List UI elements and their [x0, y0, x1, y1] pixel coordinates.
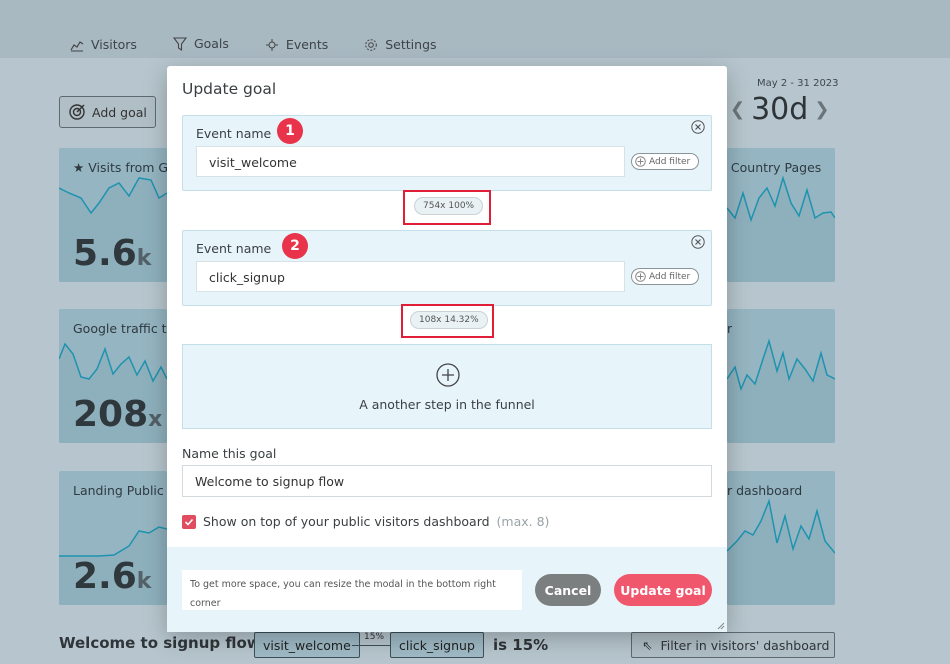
goal-card[interactable]: Google traffic t 208x [59, 309, 167, 443]
add-filter-button[interactable]: Add filter [631, 268, 699, 285]
add-filter-label: Add filter [649, 156, 691, 167]
card-label: r dashboard [727, 483, 803, 498]
gear-icon [365, 38, 378, 51]
card-value: 208x [73, 394, 162, 435]
event-name-input[interactable]: click_signup [196, 261, 625, 292]
close-icon[interactable] [691, 235, 705, 249]
resize-hint: To get more space, you can resize the mo… [182, 570, 522, 610]
plus-circle-icon [635, 156, 646, 167]
add-funnel-step-button[interactable]: A another step in the funnel [182, 344, 712, 429]
star-icon: ★ [73, 160, 85, 175]
card-value-number: 2.6 [73, 556, 137, 597]
period-selector[interactable]: ❮ 30d ❯ [730, 92, 829, 127]
resize-handle-icon[interactable] [715, 620, 725, 630]
arrow-up-left-icon: ⇖ [642, 637, 653, 653]
check-icon [184, 518, 194, 526]
funnel-step-2: Event name 2 click_signup Add filter [182, 230, 712, 306]
step-stat-pill: 108x 14.32% [410, 311, 488, 329]
event-name-label: Event name [196, 126, 272, 141]
add-step-label: A another step in the funnel [359, 397, 535, 412]
show-on-top-checkbox[interactable] [182, 514, 196, 529]
card-value: 5.6k [73, 233, 151, 274]
chevron-left-icon[interactable]: ❮ [730, 99, 745, 120]
tab-label: Settings [385, 37, 437, 52]
update-goal-modal: Update goal Event name 1 visit_welcome A… [167, 66, 727, 632]
plus-circle-icon [436, 363, 460, 387]
funnel-step-1: Event name 1 visit_welcome Add filter [182, 115, 712, 191]
funnel-step-chip: click_signup [390, 632, 484, 658]
target-icon [69, 104, 85, 120]
chevron-right-icon[interactable]: ❯ [814, 99, 829, 120]
goal-card[interactable]: p Country Pages [727, 148, 835, 282]
goal-card[interactable]: r dashboard [727, 471, 835, 605]
filter-icon [172, 36, 187, 51]
close-icon[interactable] [691, 120, 705, 134]
filter-dashboard-button[interactable]: ⇖ Filter in visitors' dashboard [631, 632, 835, 658]
modal-title: Update goal [182, 80, 277, 98]
tab-label: Goals [193, 36, 229, 51]
card-value-suffix: k [136, 246, 152, 271]
show-on-top-row: Show on top of your public visitors dash… [182, 514, 549, 529]
add-filter-label: Add filter [649, 271, 691, 282]
cancel-button[interactable]: Cancel [535, 574, 601, 606]
step-number-badge: 2 [282, 233, 308, 259]
date-range: May 2 - 31 2023 [757, 78, 839, 89]
card-label: p Country Pages [727, 160, 822, 175]
card-value-suffix: x [148, 407, 163, 432]
period-value: 30d [751, 92, 809, 127]
card-label: ★ Visits from G [73, 160, 167, 175]
goal-card[interactable]: ★ Visits from G 5.6k [59, 148, 167, 282]
event-name-input[interactable]: visit_welcome [196, 146, 625, 177]
tab-label: Events [285, 37, 329, 52]
funnel-step-chip: visit_welcome [254, 632, 360, 658]
chart-icon [70, 40, 84, 51]
goal-name-label: Name this goal [182, 446, 277, 461]
add-filter-button[interactable]: Add filter [631, 153, 699, 170]
step-number-badge: 1 [277, 118, 303, 144]
filter-dashboard-label: Filter in visitors' dashboard [660, 637, 830, 653]
events-icon [265, 38, 278, 51]
card-label: r [727, 321, 733, 336]
add-goal-button[interactable]: Add goal [59, 96, 156, 128]
card-label: Landing Public [73, 483, 164, 498]
card-value: 2.6k [73, 556, 151, 597]
tab-label: Visitors [91, 37, 137, 52]
funnel-result: is 15% [493, 636, 549, 654]
goal-card[interactable]: Landing Public 2.6k [59, 471, 167, 605]
card-value-suffix: k [136, 569, 152, 594]
goal-card[interactable]: r [727, 309, 835, 443]
card-value-number: 5.6 [73, 233, 137, 274]
step-stat-pill: 754x 100% [414, 197, 484, 215]
add-goal-label: Add goal [92, 104, 147, 120]
checkbox-label: Show on top of your public visitors dash… [203, 514, 490, 529]
modal-footer: To get more space, you can resize the mo… [167, 547, 727, 632]
checkbox-note: (max. 8) [496, 514, 550, 529]
update-goal-button[interactable]: Update goal [614, 574, 712, 606]
event-name-label: Event name [196, 241, 272, 256]
card-label: Google traffic t [73, 321, 167, 336]
plus-circle-icon [635, 271, 646, 282]
card-value-number: 208 [73, 394, 149, 435]
card-label-text: Visits from G [88, 160, 167, 175]
funnel-step-pct: 15% [364, 632, 385, 642]
funnel-title: Welcome to signup flow [59, 634, 261, 652]
funnel-connector [352, 645, 392, 646]
sparkline [727, 338, 835, 443]
goal-name-input[interactable]: Welcome to signup flow [182, 465, 712, 497]
